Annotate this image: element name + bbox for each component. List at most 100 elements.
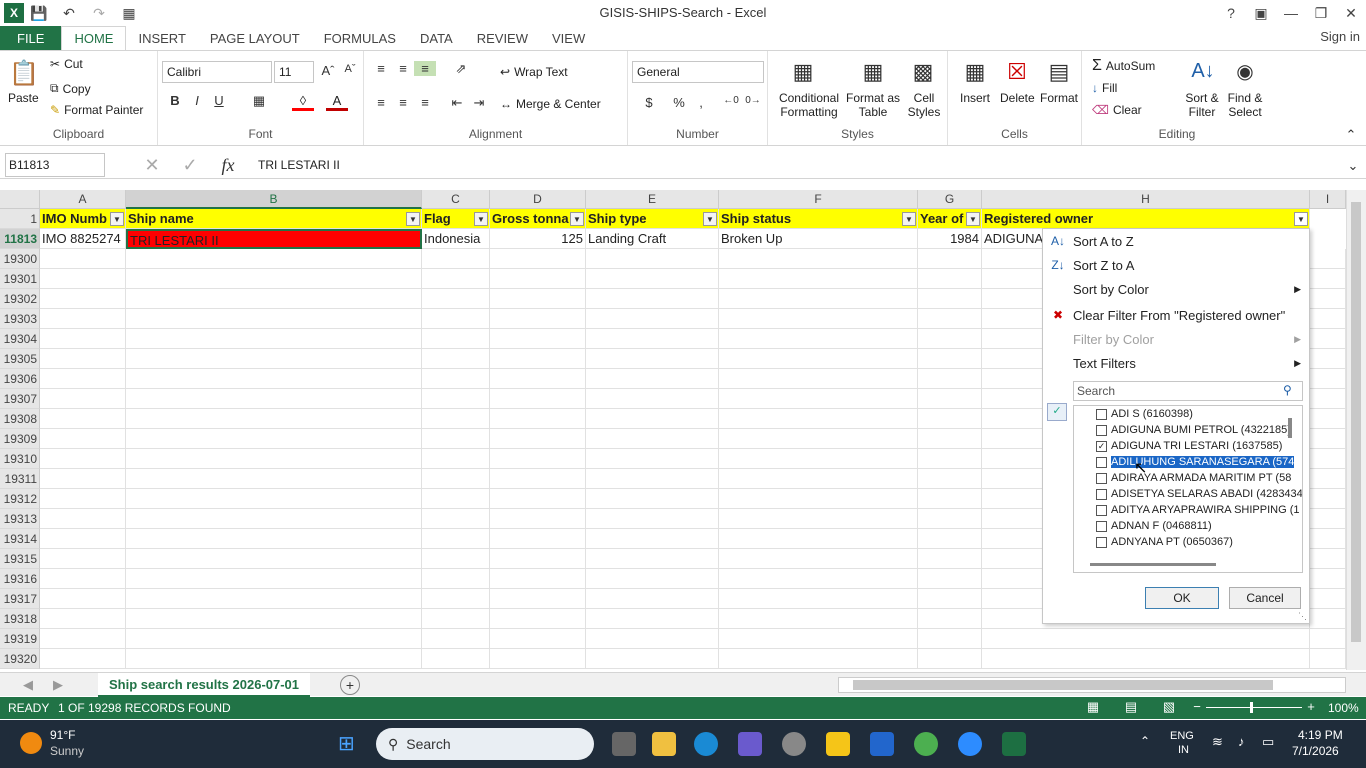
empty-cell[interactable] [586,589,719,609]
middle-align-icon[interactable]: ≡ [392,61,414,76]
increase-decimal-icon[interactable]: ←0 [720,95,742,106]
row-header[interactable]: 19314 [0,529,40,549]
empty-cell[interactable] [422,589,490,609]
empty-cell[interactable] [982,649,1310,669]
empty-cell[interactable] [422,509,490,529]
empty-cell[interactable] [40,489,126,509]
list-scroll-thumb[interactable] [1288,418,1292,438]
list-item[interactable]: ✓ ADIGUNA TRI LESTARI (1637585) [1096,438,1282,454]
empty-cell[interactable] [490,369,586,389]
sort-filter-button[interactable]: Sort & Filter [1182,91,1222,119]
empty-cell[interactable] [586,249,719,269]
empty-cell[interactable] [1310,449,1346,469]
cell-gross-tonnage[interactable]: 125 [490,229,586,249]
decrease-font-icon[interactable]: Aˇ [340,63,360,75]
empty-cell[interactable] [719,409,918,429]
help-icon[interactable]: ? [1216,0,1246,26]
empty-cell[interactable] [490,629,586,649]
header-cell-ship-type[interactable]: Ship type [586,209,719,229]
empty-cell[interactable] [1310,629,1346,649]
cell-styles-icon[interactable]: ▩ [908,55,938,89]
empty-cell[interactable] [422,569,490,589]
empty-cell[interactable] [126,489,422,509]
font-name-dropdown[interactable]: Calibri [162,61,272,83]
empty-cell[interactable] [918,309,982,329]
empty-cell[interactable] [422,649,490,669]
empty-cell[interactable] [422,429,490,449]
text-filters-item[interactable]: Text Filters ▶ [1043,351,1309,375]
empty-cell[interactable] [40,549,126,569]
empty-cell[interactable] [1310,409,1346,429]
empty-cell[interactable] [586,269,719,289]
empty-cell[interactable] [586,649,719,669]
empty-cell[interactable] [918,549,982,569]
empty-cell[interactable] [982,629,1310,649]
empty-cell[interactable] [719,529,918,549]
tab-page-layout[interactable]: PAGE LAYOUT [198,26,312,50]
row-header[interactable]: 19319 [0,629,40,649]
empty-cell[interactable] [586,489,719,509]
empty-cell[interactable] [918,509,982,529]
new-sheet-icon[interactable]: + [340,675,360,695]
weather-condition[interactable]: Sunny [50,744,84,758]
row-header[interactable]: 19312 [0,489,40,509]
horizontal-scroll-thumb[interactable] [853,680,1273,690]
row-header[interactable]: 19301 [0,269,40,289]
column-header-i[interactable]: I [1310,190,1346,209]
cell-styles-button[interactable]: Cell Styles [902,91,946,119]
empty-cell[interactable] [586,349,719,369]
edge-browser-icon[interactable] [694,732,718,756]
empty-cell[interactable] [40,389,126,409]
empty-cell[interactable] [490,429,586,449]
empty-cell[interactable] [1310,329,1346,349]
chrome-icon[interactable] [914,732,938,756]
app-icon[interactable] [738,732,762,756]
empty-cell[interactable] [422,629,490,649]
checkbox-unchecked-icon[interactable] [1096,424,1107,436]
checkbox-unchecked-icon[interactable] [1096,472,1107,484]
empty-cell[interactable] [126,529,422,549]
empty-cell[interactable] [126,309,422,329]
app-icon[interactable] [870,732,894,756]
empty-cell[interactable] [918,649,982,669]
column-header-a[interactable]: A [40,190,126,209]
bold-button[interactable]: B [164,93,186,108]
row-header[interactable]: 19315 [0,549,40,569]
cell-ship-type[interactable]: Landing Craft [586,229,719,249]
zoom-out-icon[interactable]: − [1190,699,1204,714]
empty-cell[interactable] [719,389,918,409]
empty-cell[interactable] [1310,469,1346,489]
empty-cell[interactable] [40,589,126,609]
empty-cell[interactable] [586,529,719,549]
row-header[interactable]: 19310 [0,449,40,469]
empty-cell[interactable] [719,569,918,589]
empty-cell[interactable] [490,489,586,509]
list-item[interactable]: ADIGUNA BUMI PETROL (4322185) [1096,422,1291,438]
empty-cell[interactable] [1310,369,1346,389]
filter-dropdown-icon[interactable]: ▼ [570,212,584,226]
underline-button[interactable]: U [208,93,230,108]
empty-cell[interactable] [586,549,719,569]
empty-cell[interactable] [422,369,490,389]
task-view-icon[interactable] [612,732,636,756]
tab-data[interactable]: DATA [408,26,465,50]
empty-cell[interactable] [422,549,490,569]
zoom-app-icon[interactable] [958,732,982,756]
increase-indent-icon[interactable]: ⇥ [468,95,490,111]
empty-cell[interactable] [40,449,126,469]
empty-cell[interactable] [490,529,586,549]
empty-cell[interactable] [918,629,982,649]
filter-values-list[interactable]: ADI S (6160398) ADIGUNA BUMI PETROL (432… [1073,405,1303,573]
align-center-icon[interactable]: ≡ [392,95,414,110]
row-header[interactable]: 1 [0,209,40,229]
empty-cell[interactable] [1310,609,1346,629]
empty-cell[interactable] [490,449,586,469]
empty-cell[interactable] [40,509,126,529]
empty-cell[interactable] [918,409,982,429]
empty-cell[interactable] [422,349,490,369]
empty-cell[interactable] [719,549,918,569]
row-header[interactable]: 19309 [0,429,40,449]
borders-icon[interactable]: ▦ [248,93,270,109]
empty-cell[interactable] [719,589,918,609]
empty-cell[interactable] [126,629,422,649]
